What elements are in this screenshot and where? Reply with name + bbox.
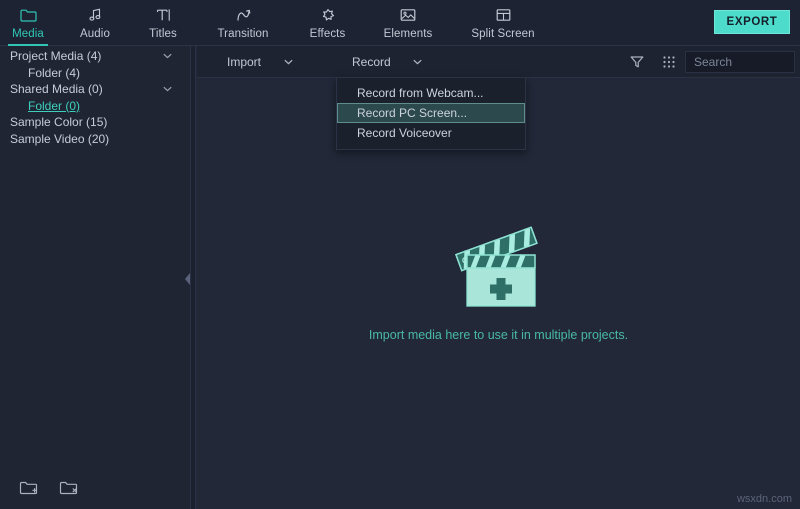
sidebar-item-label: Sample Video (20)	[10, 132, 109, 146]
export-button[interactable]: EXPORT	[714, 10, 790, 34]
nav-tab-label: Titles	[149, 28, 177, 40]
nav-tab-audio[interactable]: Audio	[71, 3, 119, 46]
sidebar-item-project-folder[interactable]: Folder (4)	[0, 65, 190, 82]
top-navigation-bar: Media Audio Titles Transition Eff	[0, 0, 800, 46]
sidebar-item-label: Folder (0)	[28, 99, 80, 113]
nav-tab-label: Audio	[80, 28, 110, 40]
record-button-label: Record	[352, 55, 391, 69]
sidebar-item-label: Sample Color (15)	[10, 115, 107, 129]
sidebar-item-shared-media[interactable]: Shared Media (0)	[0, 81, 190, 98]
media-toolbar: Import Record	[197, 46, 800, 78]
menu-item-record-from-webcam[interactable]: Record from Webcam...	[337, 83, 525, 103]
sidebar-item-label: Folder (4)	[28, 66, 80, 80]
sidebar-footer-actions	[0, 467, 190, 509]
sidebar-item-sample-color[interactable]: Sample Color (15)	[0, 114, 190, 131]
sidebar-item-label: Shared Media (0)	[10, 82, 103, 96]
search-input[interactable]	[686, 55, 800, 69]
split-screen-icon	[491, 5, 515, 25]
folder-delete-icon[interactable]	[52, 475, 86, 501]
nav-tab-media[interactable]: Media	[4, 3, 52, 46]
empty-media-state: Import media here to use it in multiple …	[197, 226, 800, 342]
nav-tab-split-screen[interactable]: Split Screen	[466, 3, 540, 46]
menu-item-record-pc-screen[interactable]: Record PC Screen...	[337, 103, 525, 123]
nav-tab-label: Elements	[384, 28, 433, 40]
media-content-panel: Import Record	[197, 46, 800, 509]
music-note-icon	[83, 5, 107, 25]
video-editor-window: Media Audio Titles Transition Eff	[0, 0, 800, 509]
nav-tab-label: Media	[12, 28, 44, 40]
chevron-down-icon[interactable]	[162, 51, 172, 61]
media-folder-tree: Project Media (4) Folder (4) Shared Medi…	[0, 46, 190, 147]
chevron-down-icon[interactable]	[413, 57, 423, 67]
import-button[interactable]: Import	[227, 46, 293, 78]
chevron-left-icon[interactable]	[183, 268, 191, 290]
grid-view-icon[interactable]	[661, 54, 677, 70]
sidebar-item-project-media[interactable]: Project Media (4)	[0, 48, 190, 65]
transition-icon	[231, 5, 255, 25]
record-button[interactable]: Record	[352, 46, 423, 78]
media-library-sidebar: Project Media (4) Folder (4) Shared Medi…	[0, 46, 190, 509]
import-button-label: Import	[227, 55, 261, 69]
text-cursor-icon	[151, 5, 175, 25]
folder-icon	[16, 5, 40, 25]
nav-tab-transition[interactable]: Transition	[204, 3, 282, 46]
effects-star-icon	[316, 5, 340, 25]
sidebar-item-label: Project Media (4)	[10, 49, 101, 63]
image-icon	[396, 5, 420, 25]
folder-add-icon[interactable]	[12, 475, 46, 501]
nav-tab-label: Transition	[217, 28, 268, 40]
menu-item-record-voiceover[interactable]: Record Voiceover	[337, 123, 525, 143]
chevron-down-icon[interactable]	[283, 57, 293, 67]
nav-tab-label: Split Screen	[471, 28, 534, 40]
record-dropdown-menu: Record from Webcam... Record PC Screen..…	[336, 77, 526, 150]
nav-tab-effects[interactable]: Effects	[300, 3, 355, 46]
nav-tab-titles[interactable]: Titles	[139, 3, 187, 46]
nav-tab-elements[interactable]: Elements	[375, 3, 441, 46]
filter-funnel-icon[interactable]	[629, 54, 645, 70]
search-box[interactable]	[685, 51, 795, 73]
clapperboard-plus-icon	[451, 226, 547, 312]
sidebar-item-sample-video[interactable]: Sample Video (20)	[0, 131, 190, 148]
empty-state-caption: Import media here to use it in multiple …	[369, 328, 628, 342]
chevron-down-icon[interactable]	[162, 84, 172, 94]
sidebar-item-shared-folder[interactable]: Folder (0)	[0, 98, 190, 115]
watermark: wsxdn.com	[737, 493, 792, 505]
nav-tab-label: Effects	[310, 28, 346, 40]
